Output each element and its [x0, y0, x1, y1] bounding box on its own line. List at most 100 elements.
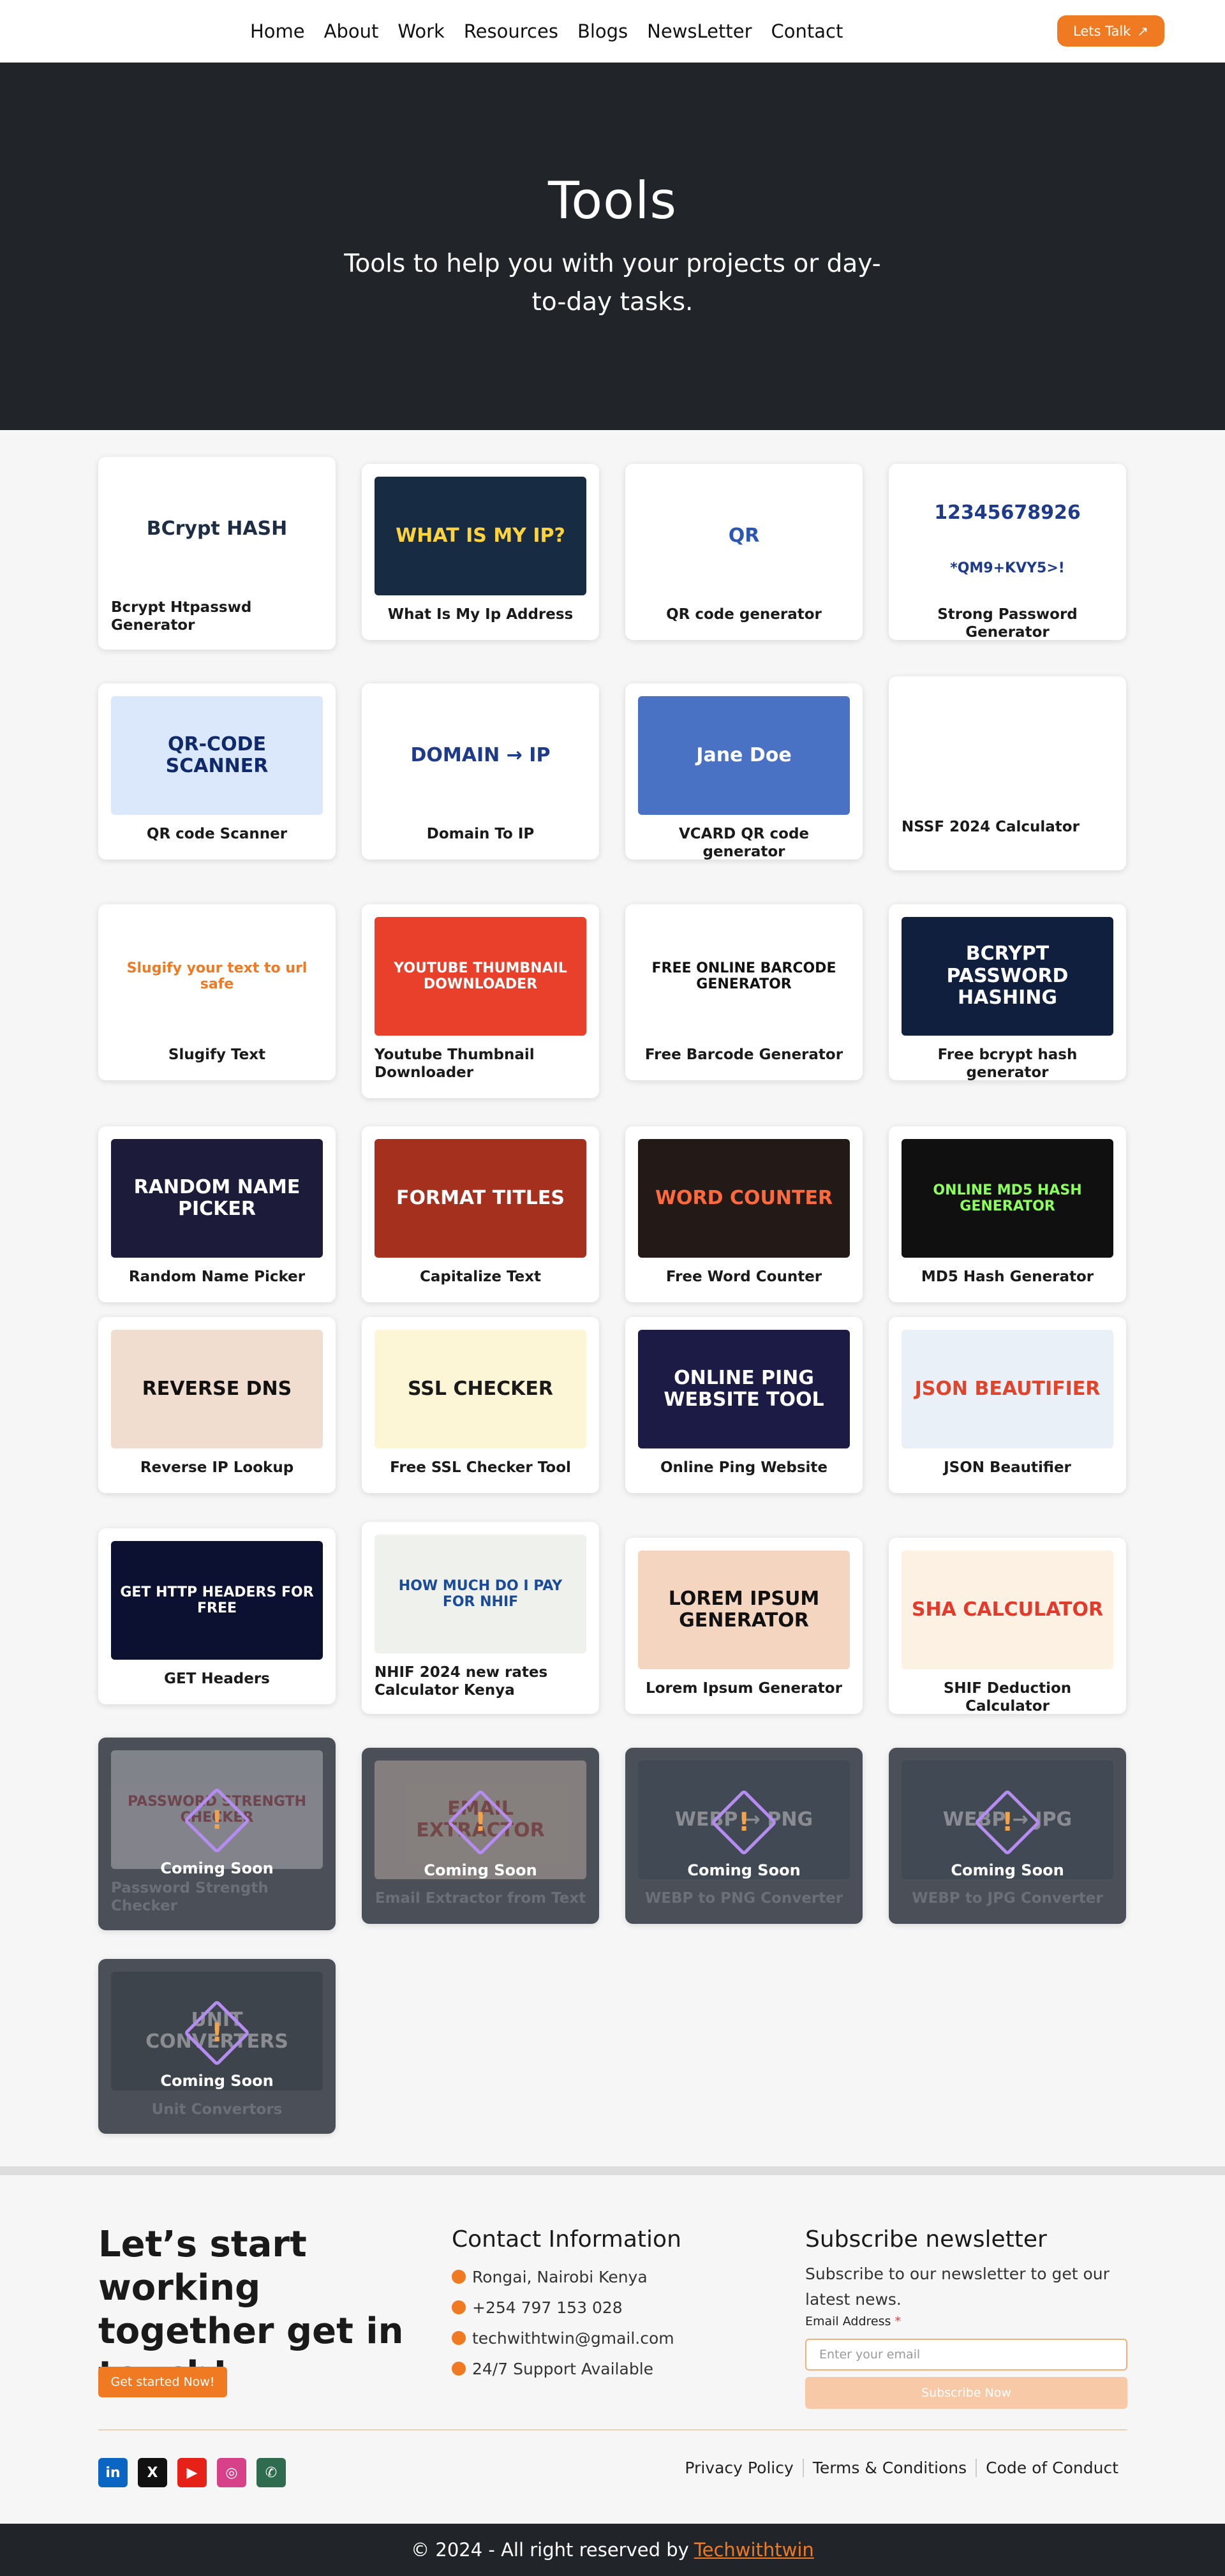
- get-started-button[interactable]: Get started Now!: [98, 2367, 227, 2397]
- thumbnail-caption: ONLINE MD5 HASH GENERATOR: [933, 1182, 1082, 1214]
- tool-title[interactable]: Slugify Text: [111, 1046, 323, 1064]
- tool-thumbnail: SSL CHECKER: [375, 1330, 586, 1448]
- tool-title[interactable]: Bcrypt Htpasswd Generator: [111, 599, 323, 634]
- nav-newsletter[interactable]: NewsLetter: [647, 20, 752, 42]
- tool-card[interactable]: BCrypt HASH Bcrypt Htpasswd Generator: [98, 457, 336, 650]
- tool-card[interactable]: REVERSE DNS Reverse IP Lookup: [98, 1317, 336, 1493]
- tool-card[interactable]: 12345678926 *QM9+KVY5>! Strong Password Ge…: [889, 464, 1126, 641]
- contact-heading: Contact Information: [452, 2226, 681, 2252]
- tool-title[interactable]: Strong Password Generator: [902, 606, 1113, 641]
- contact-support: 24/7 Support Available: [452, 2353, 674, 2384]
- lets-talk-button[interactable]: Lets Talk ↗: [1057, 15, 1164, 47]
- coming-soon-overlay: ! Coming Soon: [625, 1748, 863, 1924]
- contact-email[interactable]: techwithtwin@gmail.com: [452, 2323, 674, 2353]
- tool-title[interactable]: Online Ping Website: [638, 1459, 850, 1477]
- tool-title[interactable]: Youtube Thumbnail Downloader: [375, 1046, 586, 1082]
- tool-card[interactable]: FORMAT TITLES Capitalize Text: [362, 1126, 599, 1302]
- coming-soon-label: Coming Soon: [687, 1861, 801, 1879]
- tool-card[interactable]: SHA CALCULATOR SHIF Deduction Calculator: [889, 1538, 1126, 1715]
- tool-title[interactable]: SHIF Deduction Calculator: [902, 1679, 1113, 1715]
- copyright-link[interactable]: Techwithtwin: [694, 2539, 814, 2561]
- tool-card[interactable]: JSON BEAUTIFIER JSON Beautifier: [889, 1317, 1126, 1493]
- tool-title[interactable]: Reverse IP Lookup: [111, 1459, 323, 1477]
- terms-link[interactable]: Terms & Conditions: [802, 2459, 976, 2477]
- legal-links: Privacy Policy Terms & Conditions Code o…: [676, 2459, 1127, 2477]
- tool-title[interactable]: MD5 Hash Generator: [902, 1268, 1113, 1286]
- contact-phone[interactable]: +254 797 153 028: [452, 2292, 674, 2323]
- tool-title[interactable]: Random Name Picker: [111, 1268, 323, 1286]
- thumbnail-caption: Jane Doe: [696, 743, 792, 766]
- youtube-icon[interactable]: ▶: [177, 2458, 207, 2487]
- email-field[interactable]: Enter your email: [805, 2339, 1127, 2371]
- tool-card[interactable]: WHAT IS MY IP? What Is My Ip Address: [362, 464, 599, 640]
- nav-about[interactable]: About: [324, 20, 379, 42]
- tool-title[interactable]: Free Barcode Generator: [638, 1046, 850, 1064]
- tool-title[interactable]: NHIF 2024 new rates Calculator Kenya: [375, 1664, 586, 1699]
- tool-card[interactable]: HOW MUCH DO I PAY FOR NHIF NHIF 2024 new …: [362, 1522, 599, 1714]
- nav-work[interactable]: Work: [397, 20, 444, 42]
- tool-title[interactable]: Capitalize Text: [375, 1268, 586, 1286]
- tool-title[interactable]: QR code generator: [638, 606, 850, 623]
- social-links: in X ▶ ◎ ✆: [98, 2458, 286, 2487]
- tool-card[interactable]: QR QR code generator: [625, 464, 863, 640]
- nav-home[interactable]: Home: [250, 20, 305, 42]
- tool-card[interactable]: RANDOM NAME PICKER Random Name Picker: [98, 1126, 336, 1302]
- thumbnail-caption: FREE ONLINE BARCODE GENERATOR: [651, 960, 836, 992]
- tool-title[interactable]: Lorem Ipsum Generator: [638, 1679, 850, 1697]
- tool-thumbnail: ONLINE MD5 HASH GENERATOR: [902, 1139, 1113, 1258]
- thumbnail-caption: REVERSE DNS: [142, 1377, 292, 1400]
- thumbnail-caption: DOMAIN → IP: [410, 743, 551, 766]
- tool-thumbnail: QR-CODE SCANNER: [111, 696, 323, 815]
- thumbnail-caption: GET HTTP HEADERS FOR FREE: [120, 1584, 314, 1616]
- tool-thumbnail: WORD COUNTER: [638, 1139, 850, 1258]
- tool-card[interactable]: GET HTTP HEADERS FOR FREE GET Headers: [98, 1528, 336, 1704]
- tool-card[interactable]: YOUTUBE THUMBNAIL DOWNLOADER Youtube Thum…: [362, 904, 599, 1098]
- tool-title[interactable]: Free bcrypt hash generator: [902, 1046, 1113, 1082]
- tool-title[interactable]: Domain To IP: [375, 825, 586, 843]
- tool-title[interactable]: QR code Scanner: [111, 825, 323, 843]
- tool-card: WEBP → JPG WEBP to JPG Converter! Coming S…: [889, 1748, 1126, 1924]
- tool-card[interactable]: NEW NSSF CONTRIBUTION RATES 2024 YEAR 2 N…: [889, 676, 1126, 870]
- tool-card[interactable]: SSL CHECKER Free SSL Checker Tool: [362, 1317, 599, 1493]
- lets-talk-label: Lets Talk: [1073, 23, 1131, 39]
- contact-email-text: techwithtwin@gmail.com: [472, 2328, 674, 2348]
- tool-title[interactable]: What Is My Ip Address: [375, 606, 586, 623]
- tool-card: PASSWORD STRENGTH CHECKER Password Streng…: [98, 1738, 336, 1930]
- tool-title[interactable]: NSSF 2024 Calculator: [902, 818, 1113, 836]
- nav-blogs[interactable]: Blogs: [577, 20, 628, 42]
- thumbnail-caption: YOUTUBE THUMBNAIL DOWNLOADER: [394, 960, 567, 992]
- tool-card[interactable]: QR-CODE SCANNER QR code Scanner: [98, 683, 336, 860]
- thumbnail-caption: SSL CHECKER: [408, 1377, 553, 1400]
- tool-card[interactable]: Jane Doe VCARD QR code generator: [625, 683, 863, 860]
- tool-card[interactable]: LOREM IPSUM GENERATOR Lorem Ipsum Generat…: [625, 1538, 863, 1714]
- tool-title[interactable]: Free Word Counter: [638, 1268, 850, 1286]
- tool-thumbnail: 12345678926 *QM9+KVY5>!: [902, 477, 1113, 595]
- thumbnail-caption: ONLINE PING WEBSITE TOOL: [664, 1366, 824, 1411]
- support-icon: [452, 2362, 466, 2376]
- x-icon[interactable]: X: [138, 2458, 167, 2487]
- tool-title[interactable]: Free SSL Checker Tool: [375, 1459, 586, 1477]
- phone-icon: [452, 2300, 466, 2314]
- subscribe-button[interactable]: Subscribe Now: [805, 2377, 1127, 2409]
- tool-title[interactable]: JSON Beautifier: [902, 1459, 1113, 1477]
- nav-resources[interactable]: Resources: [464, 20, 558, 42]
- hero: Tools Tools to help you with your projec…: [0, 63, 1225, 430]
- tool-card[interactable]: DOMAIN → IP Domain To IP: [362, 683, 599, 860]
- tool-title[interactable]: VCARD QR code generator: [638, 825, 850, 861]
- code-of-conduct-link[interactable]: Code of Conduct: [976, 2459, 1127, 2477]
- nav-contact[interactable]: Contact: [771, 20, 843, 42]
- whatsapp-icon[interactable]: ✆: [256, 2458, 286, 2487]
- tool-card[interactable]: Slugify your text to url safe Slugify Tex…: [98, 904, 336, 1080]
- tool-card[interactable]: WORD COUNTER Free Word Counter: [625, 1126, 863, 1302]
- tool-card[interactable]: FREE ONLINE BARCODE GENERATOR Free Barcod…: [625, 904, 863, 1080]
- instagram-icon[interactable]: ◎: [217, 2458, 246, 2487]
- tool-title[interactable]: GET Headers: [111, 1670, 323, 1688]
- thumbnail-caption: WORD COUNTER: [655, 1186, 833, 1209]
- tool-card[interactable]: BCRYPT PASSWORD HASHING Free bcrypt hash …: [889, 904, 1126, 1082]
- tool-card[interactable]: ONLINE MD5 HASH GENERATOR MD5 Hash Genera…: [889, 1126, 1126, 1302]
- linkedin-icon[interactable]: in: [98, 2458, 128, 2487]
- privacy-policy-link[interactable]: Privacy Policy: [676, 2459, 802, 2477]
- tool-card[interactable]: ONLINE PING WEBSITE TOOL Online Ping Webs…: [625, 1317, 863, 1493]
- tool-thumbnail: ONLINE PING WEBSITE TOOL: [638, 1330, 850, 1448]
- tool-thumbnail: BCRYPT PASSWORD HASHING: [902, 917, 1113, 1036]
